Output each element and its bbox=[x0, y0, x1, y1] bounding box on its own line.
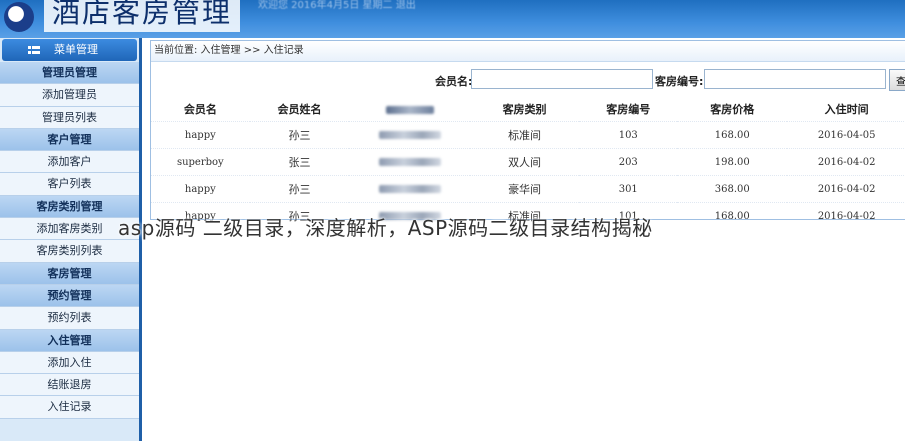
member-name-input[interactable] bbox=[471, 69, 653, 89]
sidebar-item-room-type-list[interactable]: 客房类别列表 bbox=[0, 240, 139, 263]
redacted-header bbox=[385, 105, 434, 114]
sidebar-item-add-checkin[interactable]: 添加入住 bbox=[0, 351, 139, 375]
sidebar-item-customer-management[interactable]: 客户管理 bbox=[0, 128, 139, 152]
sidebar-item-customer-list[interactable]: 客户列表 bbox=[0, 173, 139, 196]
col-header-room-type: 客房类别 bbox=[502, 103, 547, 116]
sidebar-menu-header-label: 菜单管理 bbox=[54, 43, 98, 56]
cell-member-name: happy bbox=[151, 121, 250, 149]
col-header-redacted bbox=[349, 97, 469, 122]
cell-room-price: 198.00 bbox=[677, 148, 788, 176]
redacted-value bbox=[378, 158, 441, 166]
room-number-label: 客房编号: bbox=[655, 75, 704, 88]
sidebar-item-checkin-records[interactable]: 入住记录 bbox=[0, 396, 139, 419]
cell-checkin-time: 2016-04-02 bbox=[787, 202, 905, 229]
cell-redacted bbox=[349, 148, 470, 176]
search-bar: 会员名: 客房编号: 查 bbox=[151, 69, 905, 93]
cell-member-realname: 孙三 bbox=[249, 175, 350, 203]
redacted-value bbox=[378, 131, 441, 139]
cell-checkin-time: 2016-04-02 bbox=[787, 148, 905, 176]
cell-room-type: 标准间 bbox=[469, 121, 580, 149]
table-row[interactable]: happy 孙三 标准间 103 168.00 2016-04-05 bbox=[151, 121, 905, 149]
room-number-input[interactable] bbox=[704, 69, 886, 89]
sidebar-item-checkin-management[interactable]: 入住管理 bbox=[0, 329, 139, 352]
sidebar-item-reservation-management[interactable]: 预约管理 bbox=[0, 284, 139, 308]
checkin-records-table: 会员名 会员姓名 客房类别 客房编号 客房价格 入住时间 happy 孙三 标准… bbox=[151, 97, 905, 229]
cell-checkin-time: 2016-04-05 bbox=[787, 121, 905, 149]
member-name-label: 会员名: bbox=[435, 75, 473, 88]
overlay-caption: asp源码 二级目录，深度解析，ASP源码二级目录结构揭秘 bbox=[118, 216, 653, 240]
col-header-checkin-time: 入住时间 bbox=[824, 103, 869, 116]
app-title: 酒店客房管理 bbox=[44, 0, 241, 32]
col-header-member-realname: 会员姓名 bbox=[277, 103, 322, 116]
search-button[interactable]: 查 bbox=[889, 69, 905, 91]
cell-room-number: 203 bbox=[579, 148, 678, 176]
col-header-room-price: 客房价格 bbox=[710, 103, 755, 116]
cell-checkin-time: 2016-04-02 bbox=[787, 175, 905, 203]
cell-room-type: 双人间 bbox=[469, 148, 580, 176]
col-header-room-number: 客房编号 bbox=[606, 103, 651, 116]
sidebar-item-admin-management[interactable]: 管理员管理 bbox=[0, 62, 139, 85]
sidebar-item-checkout[interactable]: 结账退房 bbox=[0, 374, 139, 397]
cell-member-name: superboy bbox=[151, 148, 250, 176]
sidebar-menu-header[interactable]: 菜单管理 bbox=[2, 39, 137, 61]
sidebar-item-reservation-list[interactable]: 预约列表 bbox=[0, 307, 139, 330]
cell-member-realname: 孙三 bbox=[249, 121, 350, 149]
sidebar-item-admin-list[interactable]: 管理员列表 bbox=[0, 106, 139, 129]
breadcrumb: 当前位置: 入住管理 >> 入住记录 bbox=[151, 41, 905, 62]
table-header-row: 会员名 会员姓名 客房类别 客房编号 客房价格 入住时间 bbox=[151, 97, 905, 122]
logo-icon bbox=[4, 2, 34, 32]
cell-room-price: 368.00 bbox=[677, 175, 788, 203]
table-row[interactable]: superboy 张三 双人间 203 198.00 2016-04-02 bbox=[151, 148, 905, 176]
cell-room-price: 168.00 bbox=[677, 202, 788, 229]
main-panel: 当前位置: 入住管理 >> 入住记录 会员名: 客房编号: 查 会员名 会员姓名… bbox=[150, 40, 905, 229]
col-header-member-name: 会员名 bbox=[183, 103, 217, 116]
cell-redacted bbox=[349, 121, 470, 149]
cell-member-name: happy bbox=[151, 175, 250, 203]
cell-member-realname: 张三 bbox=[249, 148, 350, 176]
redacted-value bbox=[378, 185, 441, 193]
cell-redacted bbox=[349, 175, 470, 203]
app-header: 酒店客房管理 欢迎您 2016年4月5日 星期二 退出 bbox=[0, 0, 905, 38]
cell-room-price: 168.00 bbox=[677, 121, 788, 149]
sidebar-item-room-management[interactable]: 客房管理 bbox=[0, 262, 139, 285]
sidebar-item-add-admin[interactable]: 添加管理员 bbox=[0, 84, 139, 107]
cell-room-number: 301 bbox=[579, 175, 678, 203]
cell-room-type: 豪华间 bbox=[469, 175, 580, 203]
cell-room-number: 103 bbox=[579, 121, 678, 149]
header-user-info: 欢迎您 2016年4月5日 星期二 退出 bbox=[258, 0, 416, 11]
sidebar-item-add-customer[interactable]: 添加客户 bbox=[0, 151, 139, 174]
menu-grid-icon bbox=[28, 46, 40, 54]
table-row[interactable]: happy 孙三 豪华间 301 368.00 2016-04-02 bbox=[151, 175, 905, 203]
